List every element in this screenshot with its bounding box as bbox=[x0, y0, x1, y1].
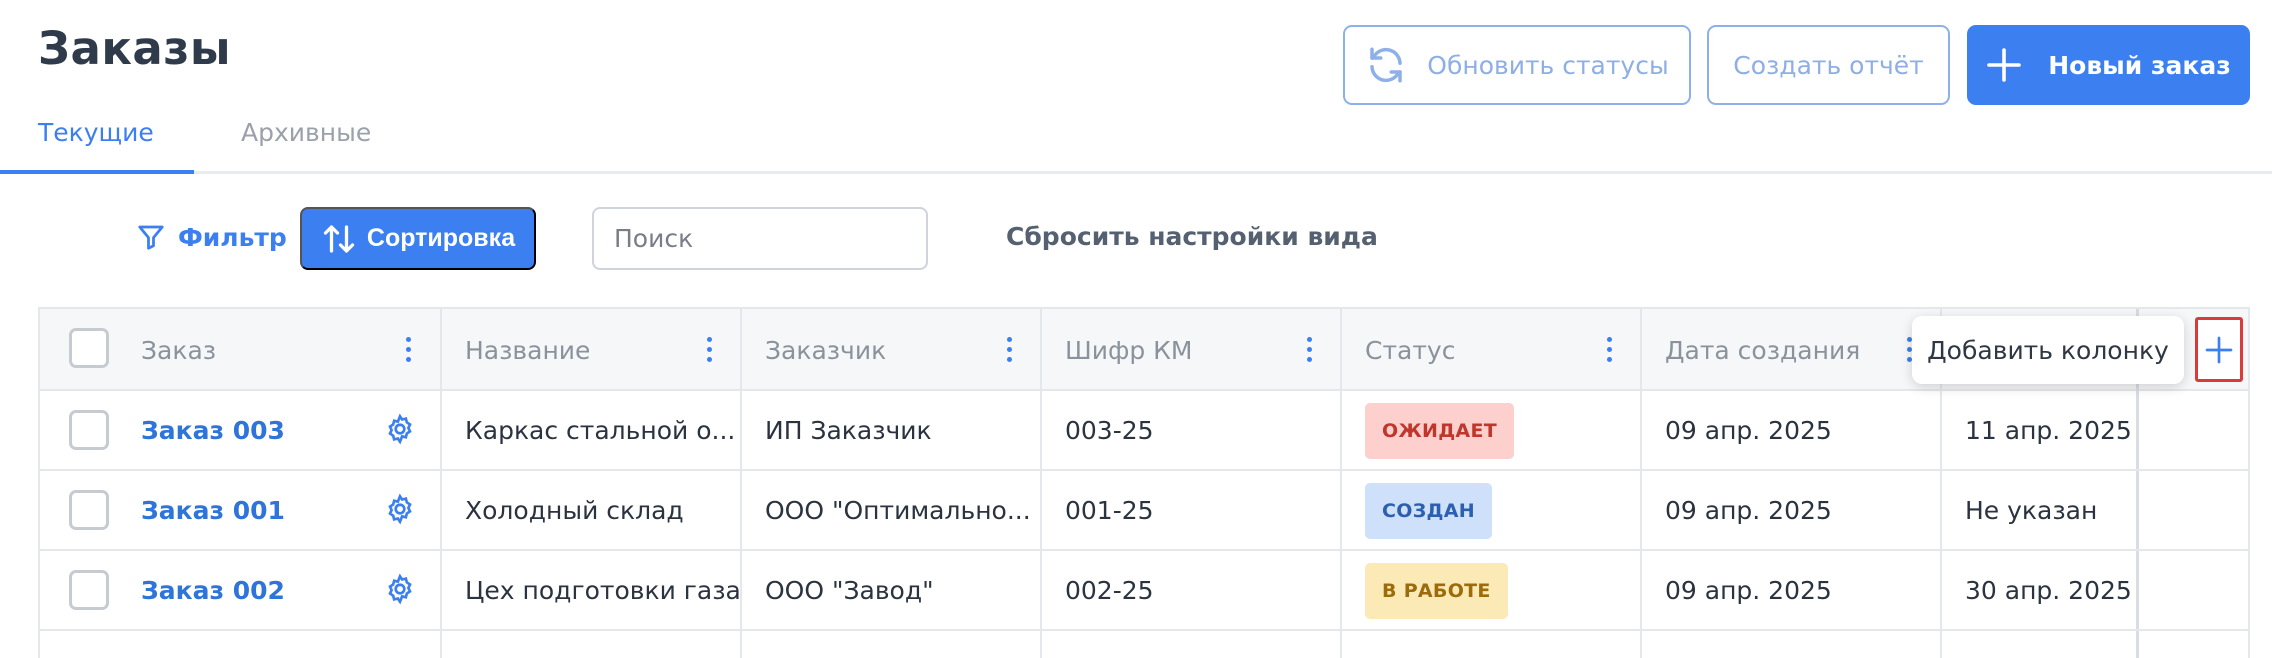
gear-icon[interactable] bbox=[384, 573, 416, 605]
tab-archive[interactable]: Архивные bbox=[241, 118, 371, 147]
kebab-menu-icon[interactable] bbox=[406, 337, 412, 363]
row-checkbox[interactable] bbox=[69, 490, 109, 530]
order-name: Цех подготовки газа bbox=[465, 576, 741, 605]
order-customer: ООО "Завод" bbox=[765, 576, 934, 605]
order-deadline-date: 30 апр. 2025 bbox=[1965, 576, 2132, 605]
sort-icon bbox=[323, 224, 355, 253]
active-tab-indicator bbox=[0, 170, 194, 174]
tabs-divider bbox=[0, 171, 2272, 174]
order-created-date: 09 апр. 2025 bbox=[1665, 416, 1832, 445]
column-header-name: Название bbox=[465, 336, 591, 365]
new-order-button[interactable]: Новый заказ bbox=[1967, 25, 2250, 105]
column-header-created: Дата создания bbox=[1665, 336, 1861, 365]
sort-label: Сортировка bbox=[366, 224, 516, 252]
refresh-icon bbox=[1370, 47, 1403, 83]
add-column-tooltip: Добавить колонку bbox=[1912, 316, 2184, 384]
plus-icon bbox=[2205, 336, 2233, 363]
order-code: 002-25 bbox=[1065, 576, 1154, 605]
column-header-customer: Заказчик bbox=[765, 336, 887, 365]
table-row[interactable]: Заказ 002 Цех подготовки газа ООО "Завод… bbox=[40, 551, 2248, 631]
kebab-menu-icon[interactable] bbox=[1607, 337, 1613, 363]
table-row[interactable]: Заказ 001 Холодный склад ООО "Оптимально… bbox=[40, 471, 2248, 551]
status-badge: СОЗДАН bbox=[1365, 483, 1492, 539]
plus-icon bbox=[1987, 48, 2022, 82]
row-checkbox[interactable] bbox=[69, 570, 109, 610]
gear-icon[interactable] bbox=[384, 493, 416, 525]
refresh-statuses-label: Обновить статусы bbox=[1427, 50, 1669, 80]
row-checkbox[interactable] bbox=[69, 410, 109, 450]
order-name: Холодный склад bbox=[465, 496, 684, 525]
order-deadline-date: 11 апр. 2025 bbox=[1965, 416, 2132, 445]
order-created-date: 09 апр. 2025 bbox=[1665, 576, 1832, 605]
status-badge: ОЖИДАЕТ bbox=[1365, 403, 1514, 459]
order-customer: ИП Заказчик bbox=[765, 416, 932, 445]
column-header-status: Статус bbox=[1365, 336, 1456, 365]
add-column-button[interactable] bbox=[2195, 317, 2243, 382]
order-created-date: 09 апр. 2025 bbox=[1665, 496, 1832, 525]
order-name: Каркас стальной о... bbox=[465, 416, 736, 445]
order-deadline-date: Не указан bbox=[1965, 496, 2098, 525]
kebab-menu-icon[interactable] bbox=[707, 337, 713, 363]
new-order-label: Новый заказ bbox=[2048, 50, 2231, 80]
search-input[interactable] bbox=[592, 207, 928, 270]
order-code: 003-25 bbox=[1065, 416, 1154, 445]
sort-button[interactable]: Сортировка bbox=[300, 207, 536, 270]
refresh-statuses-button[interactable]: Обновить статусы bbox=[1343, 25, 1691, 105]
tab-current[interactable]: Текущие bbox=[38, 118, 154, 147]
status-badge: В РАБОТЕ bbox=[1365, 563, 1508, 619]
create-report-button[interactable]: Создать отчёт bbox=[1707, 25, 1950, 105]
table-row[interactable]: Заказ 003 Каркас стальной о... ИП Заказч… bbox=[40, 391, 2248, 471]
select-all-checkbox[interactable] bbox=[69, 328, 109, 368]
filter-button[interactable]: Фильтр bbox=[136, 222, 287, 252]
page-title: Заказы bbox=[38, 22, 232, 75]
gear-icon[interactable] bbox=[384, 413, 416, 445]
order-link[interactable]: Заказ 003 bbox=[141, 416, 285, 445]
column-header-code: Шифр КМ bbox=[1065, 336, 1193, 365]
order-code: 001-25 bbox=[1065, 496, 1154, 525]
reset-view-settings-link[interactable]: Сбросить настройки вида bbox=[1006, 222, 1378, 251]
order-customer: ООО "Оптимально... bbox=[765, 496, 1031, 525]
column-header-order: Заказ bbox=[141, 336, 217, 365]
order-link[interactable]: Заказ 002 bbox=[141, 576, 285, 605]
kebab-menu-icon[interactable] bbox=[1307, 337, 1313, 363]
order-link[interactable]: Заказ 001 bbox=[141, 496, 285, 525]
filter-label: Фильтр bbox=[178, 222, 287, 252]
kebab-menu-icon[interactable] bbox=[1007, 337, 1013, 363]
filter-icon bbox=[138, 225, 164, 250]
